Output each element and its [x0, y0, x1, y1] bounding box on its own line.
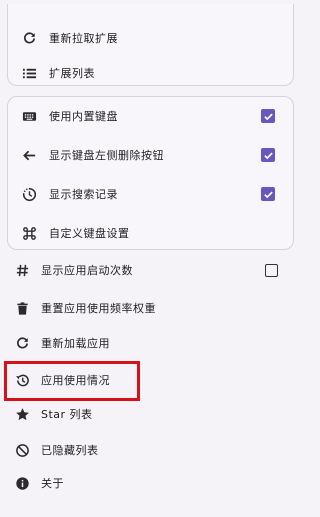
trash-icon [14, 300, 30, 316]
info-icon [14, 475, 30, 491]
about-item[interactable]: 关于 [0, 467, 301, 499]
highlight-annotation-box [4, 361, 140, 401]
show-launch-count-item[interactable]: 显示应用启动次数 [0, 254, 301, 286]
reset-frequency-label: 重置应用使用频率权重 [41, 302, 156, 315]
search-history-item[interactable]: 显示搜索记录 [8, 178, 293, 210]
search-history-label: 显示搜索记录 [49, 188, 118, 201]
reload-apps-item[interactable]: 重新加载应用 [0, 327, 301, 359]
list-icon [21, 65, 37, 81]
show-launch-count-label: 显示应用启动次数 [41, 264, 133, 277]
history-dotted-icon [21, 186, 37, 202]
refresh-icon [21, 30, 37, 46]
keyboard-group: 使用内置键盘 显示键盘左侧删除按钮 显示搜索记录 自定义键盘设置 [7, 96, 294, 250]
command-icon [21, 225, 37, 241]
star-list-item[interactable]: Star 列表 [0, 398, 301, 430]
extension-list-item[interactable]: 扩展列表 [8, 57, 293, 89]
about-label: 关于 [41, 477, 64, 490]
hash-icon [14, 262, 30, 278]
reload-apps-label: 重新加载应用 [41, 337, 110, 350]
arrow-left-icon [21, 147, 37, 163]
custom-keyboard-settings-label: 自定义键盘设置 [49, 227, 130, 240]
extension-group: 重新拉取扩展 扩展列表 [7, 4, 294, 86]
search-history-checkbox[interactable] [261, 187, 275, 201]
builtin-keyboard-checkbox[interactable] [261, 109, 275, 123]
builtin-keyboard-item[interactable]: 使用内置键盘 [8, 100, 293, 132]
refetch-extensions-item[interactable]: 重新拉取扩展 [8, 22, 293, 54]
refresh-icon [14, 335, 30, 351]
hidden-list-label: 已隐藏列表 [41, 444, 99, 457]
reset-frequency-item[interactable]: 重置应用使用频率权重 [0, 292, 301, 324]
star-icon [14, 406, 30, 422]
keyboard-delete-button-checkbox[interactable] [261, 148, 275, 162]
keyboard-icon [21, 108, 37, 124]
show-launch-count-checkbox[interactable] [265, 263, 278, 277]
hidden-icon [14, 442, 30, 458]
extension-list-label: 扩展列表 [49, 67, 95, 80]
hidden-list-item[interactable]: 已隐藏列表 [0, 434, 301, 466]
refetch-extensions-label: 重新拉取扩展 [49, 32, 118, 45]
star-list-label: Star 列表 [41, 408, 93, 421]
builtin-keyboard-label: 使用内置键盘 [49, 110, 118, 123]
keyboard-delete-button-item[interactable]: 显示键盘左侧删除按钮 [8, 139, 293, 171]
keyboard-delete-button-label: 显示键盘左侧删除按钮 [49, 149, 164, 162]
custom-keyboard-settings-item[interactable]: 自定义键盘设置 [8, 217, 293, 249]
